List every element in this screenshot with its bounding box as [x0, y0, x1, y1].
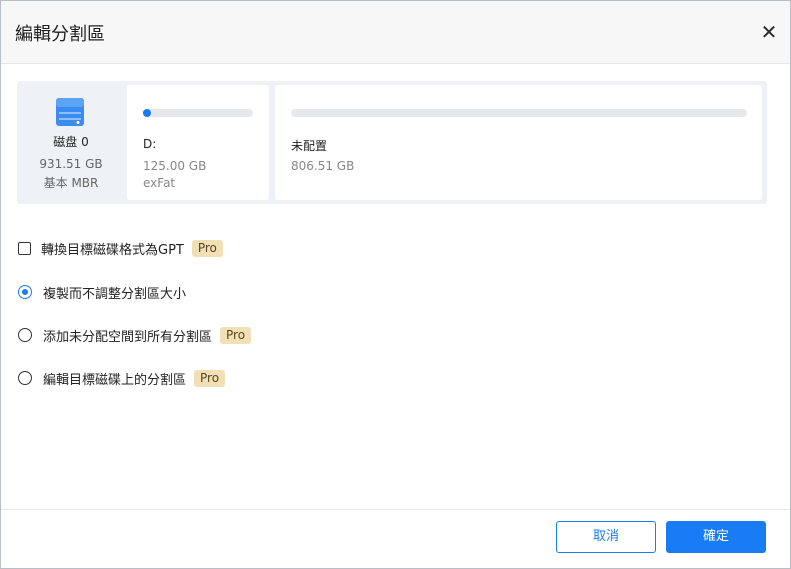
partition-filesystem: exFat: [143, 176, 176, 190]
cancel-button[interactable]: 取消: [556, 521, 656, 553]
disk-size: 931.51 GB: [39, 157, 103, 171]
partition-usage-bar: [291, 109, 747, 117]
partition-size: 125.00 GB: [143, 159, 207, 173]
copy-no-resize-label: 複製而不調整分割區大小: [43, 286, 187, 302]
partition-usage-fill: [143, 109, 151, 117]
disk-name: 磁盘 0: [53, 135, 89, 149]
ok-button[interactable]: 確定: [666, 521, 766, 553]
dialog-title: 編輯分割區: [15, 24, 105, 45]
add-unallocated-radio[interactable]: [18, 328, 32, 342]
convert-gpt-option[interactable]: 轉換目標磁碟格式為GPT Pro: [18, 238, 223, 258]
title-bar: 編輯分割區 ✕: [1, 1, 790, 64]
disk-icon: [56, 98, 84, 126]
partition-label: D:: [143, 137, 157, 151]
edit-partition-dialog: 編輯分割區 ✕ 磁盘 0 931.51 GB 基本 MBR D: 125.00 …: [0, 0, 791, 569]
partition-label: 未配置: [291, 139, 328, 153]
disk-map: 磁盘 0 931.51 GB 基本 MBR D: 125.00 GB exFat…: [17, 81, 767, 204]
partition-unallocated[interactable]: 未配置 806.51 GB: [275, 85, 762, 200]
partition-d[interactable]: D: 125.00 GB exFat: [127, 85, 269, 200]
partition-size: 806.51 GB: [291, 159, 355, 173]
copy-no-resize-option[interactable]: 複製而不調整分割區大小: [18, 282, 186, 302]
edit-partitions-option[interactable]: 編輯目標磁碟上的分割區 Pro: [18, 368, 226, 388]
pro-badge: Pro: [220, 326, 252, 344]
add-unallocated-option[interactable]: 添加未分配空間到所有分割區 Pro: [18, 325, 252, 345]
close-icon[interactable]: ✕: [759, 22, 779, 42]
edit-partitions-label: 編輯目標磁碟上的分割區: [43, 372, 187, 388]
convert-gpt-label: 轉換目標磁碟格式為GPT: [41, 242, 184, 258]
partition-usage-bar: [143, 109, 253, 117]
pro-badge: Pro: [194, 369, 226, 387]
pro-badge: Pro: [191, 239, 223, 257]
dialog-footer: 取消 確定: [1, 509, 790, 568]
add-unallocated-label: 添加未分配空間到所有分割區: [43, 329, 213, 345]
copy-no-resize-radio[interactable]: [18, 285, 32, 299]
convert-gpt-checkbox[interactable]: [18, 241, 31, 255]
edit-partitions-radio[interactable]: [18, 371, 32, 385]
disk-type: 基本 MBR: [43, 176, 99, 190]
disk-info: 磁盘 0 931.51 GB 基本 MBR: [17, 81, 125, 204]
